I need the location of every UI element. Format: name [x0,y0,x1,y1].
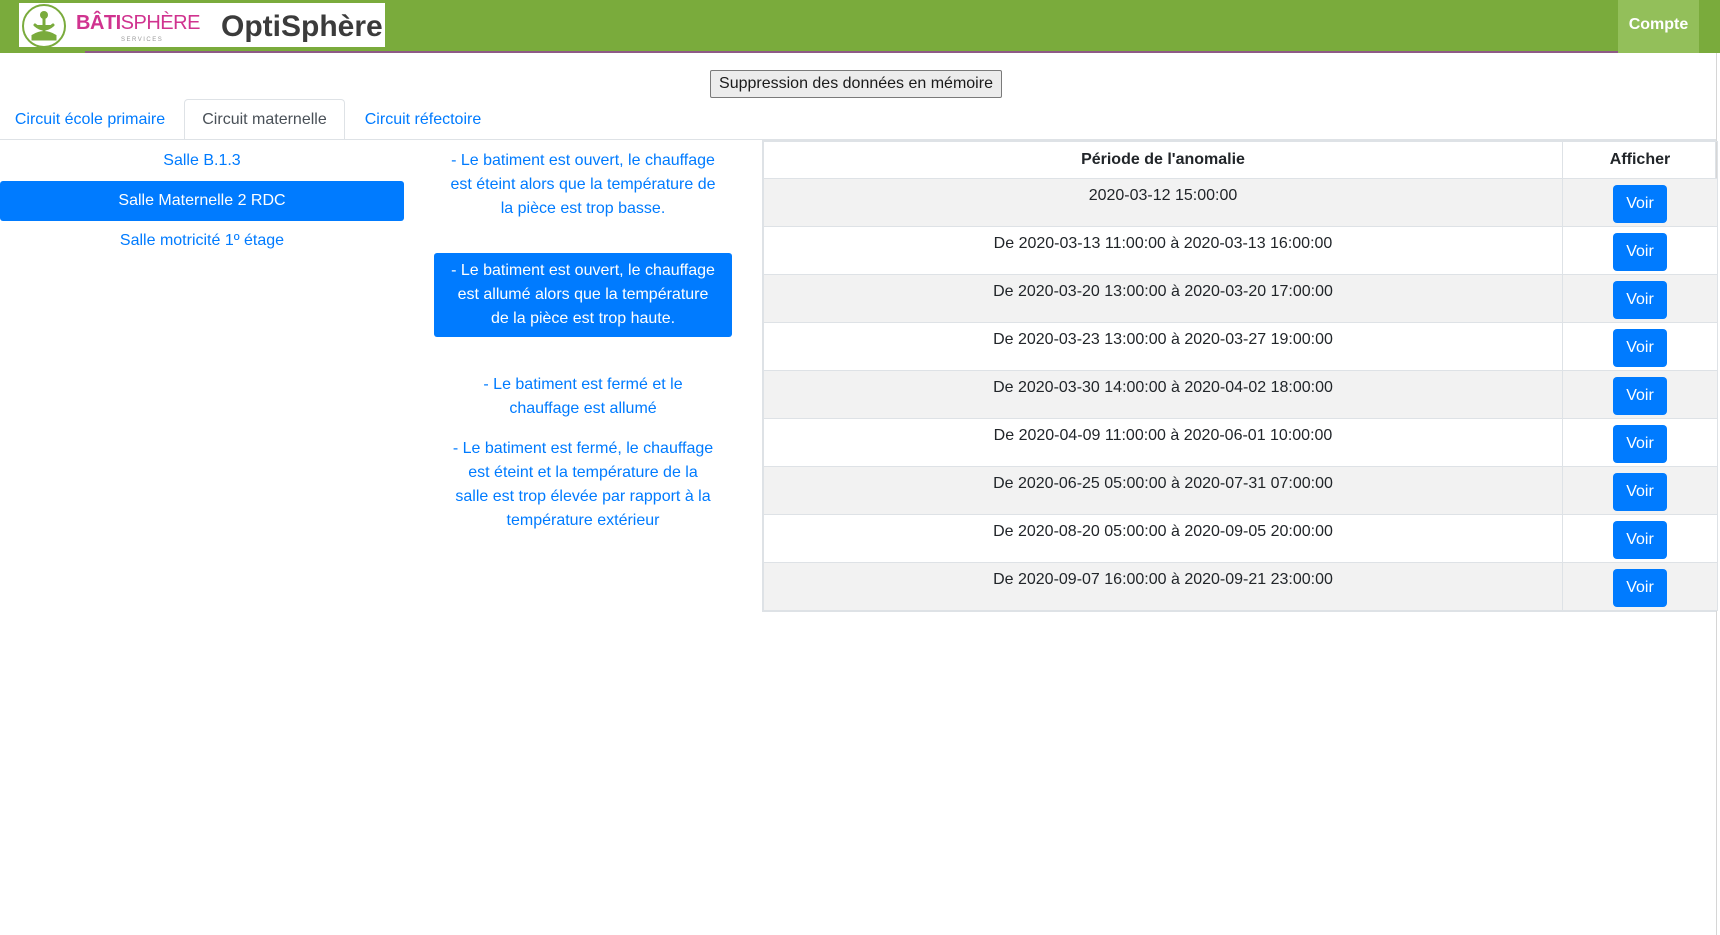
voir-button[interactable]: Voir [1613,281,1667,319]
action-cell: Voir [1562,562,1718,611]
table-row: De 2020-03-23 13:00:00 à 2020-03-27 19:0… [763,322,1718,371]
action-cell: Voir [1562,274,1718,323]
logo-wordmark-rest: SPHÈRE [120,12,201,34]
room-item-salle-b13[interactable]: Salle B.1.3 [0,141,404,181]
anomaly-type-closed-heating-on[interactable]: - Le batiment est fermé et le chauffage … [434,367,732,427]
tab-circuit-maternelle[interactable]: Circuit maternelle [184,99,345,140]
table-row: De 2020-06-25 05:00:00 à 2020-07-31 07:0… [763,466,1718,515]
logo-wordmark-strong: BÂTI [76,12,121,34]
clear-memory-button[interactable]: Suppression des données en mémoire [710,70,1002,98]
period-cell: De 2020-04-09 11:00:00 à 2020-06-01 10:0… [763,418,1563,467]
anomaly-period-table: Période de l'anomalie Afficher 2020-03-1… [762,140,1718,612]
voir-button[interactable]: Voir [1613,329,1667,367]
anomaly-type-open-heating-on-too-hot[interactable]: - Le batiment est ouvert, le chauffage e… [434,253,732,337]
action-cell: Voir [1562,466,1718,515]
logo-wordmark: BÂTISPHÈRE [76,11,200,35]
meditating-figure-logo-icon [22,4,66,47]
table-row: De 2020-09-07 16:00:00 à 2020-09-21 23:0… [763,562,1718,611]
voir-button[interactable]: Voir [1613,185,1667,223]
period-cell: De 2020-03-30 14:00:00 à 2020-04-02 18:0… [763,370,1563,419]
app-name: OptiSphère [221,10,383,43]
column-header-action: Afficher [1562,141,1718,179]
table-header-row: Période de l'anomalie Afficher [763,141,1718,179]
voir-button[interactable]: Voir [1613,233,1667,271]
table-row: De 2020-03-20 13:00:00 à 2020-03-20 17:0… [763,274,1718,323]
period-cell: De 2020-08-20 05:00:00 à 2020-09-05 20:0… [763,514,1563,563]
table-row: De 2020-03-30 14:00:00 à 2020-04-02 18:0… [763,370,1718,419]
room-item-salle-motricite[interactable]: Salle motricité 1º étage [0,221,404,261]
period-cell: De 2020-03-23 13:00:00 à 2020-03-27 19:0… [763,322,1563,371]
action-cell: Voir [1562,370,1718,419]
period-cell: De 2020-03-20 13:00:00 à 2020-03-20 17:0… [763,274,1563,323]
action-cell: Voir [1562,226,1718,275]
voir-button[interactable]: Voir [1613,377,1667,415]
action-cell: Voir [1562,514,1718,563]
tab-circuit-ecole-primaire[interactable]: Circuit école primaire [0,99,180,140]
navbar-right-strip [1699,0,1720,53]
voir-button[interactable]: Voir [1613,521,1667,559]
navbar-underline [85,51,1633,53]
logo-tagline: SERVICES [121,37,164,43]
period-cell: De 2020-09-07 16:00:00 à 2020-09-21 23:0… [763,562,1563,611]
table-row: De 2020-08-20 05:00:00 à 2020-09-05 20:0… [763,514,1718,563]
period-cell: De 2020-03-13 11:00:00 à 2020-03-13 16:0… [763,226,1563,275]
period-cell: De 2020-06-25 05:00:00 à 2020-07-31 07:0… [763,466,1563,515]
table-row: De 2020-03-13 11:00:00 à 2020-03-13 16:0… [763,226,1718,275]
column-header-period: Période de l'anomalie [763,141,1563,179]
period-cell: 2020-03-12 15:00:00 [763,178,1563,227]
account-button[interactable]: Compte [1618,0,1699,53]
voir-button[interactable]: Voir [1613,569,1667,607]
voir-button[interactable]: Voir [1613,425,1667,463]
tab-circuit-refectoire[interactable]: Circuit réfectoire [349,99,497,140]
action-cell: Voir [1562,418,1718,467]
room-item-salle-maternelle-2-rdc[interactable]: Salle Maternelle 2 RDC [0,181,404,221]
action-cell: Voir [1562,178,1718,227]
anomaly-type-closed-heating-off-too-warm[interactable]: - Le batiment est fermé, le chauffage es… [434,431,732,539]
action-cell: Voir [1562,322,1718,371]
voir-button[interactable]: Voir [1613,473,1667,511]
anomaly-type-open-heating-off-too-cold[interactable]: - Le batiment est ouvert, le chauffage e… [434,143,732,227]
brand-logo[interactable]: BÂTISPHÈRE SERVICES OptiSphère [19,3,385,47]
table-row: De 2020-04-09 11:00:00 à 2020-06-01 10:0… [763,418,1718,467]
table-row: 2020-03-12 15:00:00 Voir [763,178,1718,227]
